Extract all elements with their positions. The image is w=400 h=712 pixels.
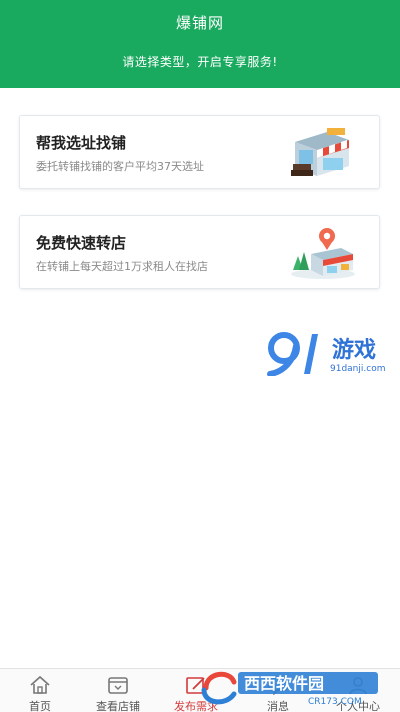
- watermark-url-2: CR173.COM: [308, 697, 362, 707]
- site-watermark-2: 西西软件园 CR173.COM: [201, 671, 378, 707]
- app-header: 爆铺网 请选择类型，开启专享服务!: [0, 0, 400, 88]
- watermark-url: 91danji.com: [330, 364, 386, 374]
- site-watermark: 游戏 91danji.com: [266, 330, 400, 380]
- shop-icon: [108, 677, 128, 694]
- shop-storefront-icon: [291, 128, 349, 176]
- find-shop-card[interactable]: 帮我选址找铺 委托转铺找铺的客户平均37天选址: [19, 115, 380, 189]
- tab-home[interactable]: 首页: [0, 669, 80, 712]
- card-description: 在转铺上每天超过1万求租人在找店: [36, 260, 208, 273]
- tab-label: 查看店铺: [96, 700, 140, 712]
- tab-view-shops[interactable]: 查看店铺: [78, 669, 158, 712]
- watermark-logo-icon: [267, 332, 318, 376]
- card-description: 委托转铺找铺的客户平均37天选址: [36, 160, 204, 173]
- home-icon: [30, 675, 50, 694]
- app-title: 爆铺网: [175, 14, 224, 32]
- watermark-brand-2: 西西软件园: [244, 674, 324, 693]
- card-title: 帮我选址找铺: [36, 134, 127, 152]
- tab-label: 首页: [29, 700, 51, 712]
- card-title: 免费快速转店: [36, 234, 127, 252]
- shop-location-pin-icon: [291, 228, 355, 279]
- transfer-shop-card[interactable]: 免费快速转店 在转铺上每天超过1万求租人在找店: [19, 215, 380, 289]
- watermark-brand: 游戏: [332, 338, 377, 363]
- header-subtitle: 请选择类型，开启专享服务!: [122, 55, 278, 69]
